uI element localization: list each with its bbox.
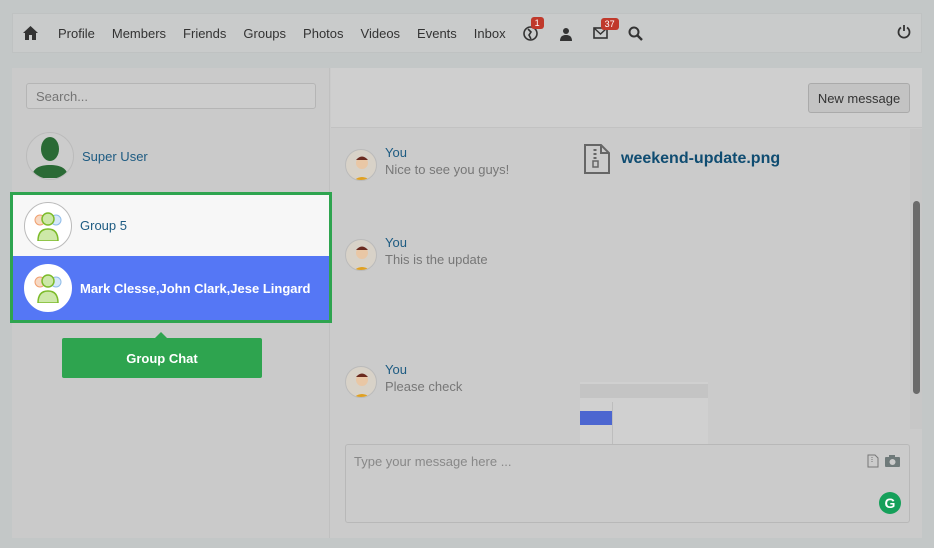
nav-videos[interactable]: Videos (361, 26, 401, 41)
message-text: Nice to see you guys! (385, 162, 510, 177)
message-input[interactable]: Type your message here ... G (345, 444, 910, 523)
nav-members[interactable]: Members (112, 26, 166, 41)
file-name: weekend-update.png (621, 150, 781, 167)
file-attachment[interactable]: weekend-update.png (583, 143, 780, 175)
message: You This is the update (345, 234, 488, 271)
camera-icon[interactable] (885, 455, 900, 470)
message-sender: You (385, 235, 407, 250)
scrollbar-thumb[interactable] (913, 201, 920, 394)
message-text: Please check (385, 379, 463, 394)
nav-friends[interactable]: Friends (183, 26, 226, 41)
search-icon[interactable] (628, 26, 643, 41)
new-message-button[interactable]: New message (808, 83, 910, 113)
group-avatar (24, 264, 72, 312)
scrollbar[interactable] (910, 129, 922, 429)
conversation-name: Group 5 (80, 218, 127, 233)
attach-file-icon[interactable] (867, 454, 879, 471)
message-sender: You (385, 145, 407, 160)
tutorial-highlight: Group 5 Mark Clesse,John Clark,Jese Ling… (10, 192, 332, 323)
group-avatar (24, 201, 72, 250)
message-text: This is the update (385, 252, 488, 267)
conversation-item[interactable]: Super User (12, 125, 330, 187)
chat-header: New message (331, 68, 922, 128)
nav-events[interactable]: Events (417, 26, 457, 41)
conversation-item[interactable]: Group 5 (13, 195, 329, 256)
conversation-name: Super User (82, 148, 148, 164)
nav-groups[interactable]: Groups (243, 26, 286, 41)
nav-inbox[interactable]: Inbox (474, 26, 506, 41)
globe-icon[interactable]: 1 (522, 16, 544, 41)
users-icon[interactable] (558, 26, 573, 41)
message: You Please check (345, 361, 462, 398)
power-icon[interactable] (897, 24, 911, 42)
avatar (345, 366, 377, 398)
avatar (26, 132, 74, 180)
avatar (345, 149, 377, 181)
nav-profile[interactable]: Profile (58, 26, 95, 41)
notification-badge: 1 (530, 16, 544, 29)
grammarly-button[interactable]: G (879, 492, 901, 514)
message-sender: You (385, 362, 407, 377)
conversation-item-selected[interactable]: Mark Clesse,John Clark,Jese Lingard (13, 256, 329, 320)
message-placeholder: Type your message here ... (354, 454, 512, 469)
avatar (345, 239, 377, 271)
nav-photos[interactable]: Photos (303, 26, 343, 41)
envelope-icon[interactable]: 37 (592, 18, 619, 39)
zip-file-icon (584, 144, 610, 174)
search-input[interactable] (26, 83, 316, 109)
group-chat-tooltip[interactable]: Group Chat (62, 332, 262, 378)
messages-badge: 37 (600, 18, 619, 30)
message: You Nice to see you guys! (345, 144, 509, 181)
home-icon[interactable] (23, 26, 38, 40)
top-nav: Profile Members Friends Groups Photos Vi… (12, 13, 922, 53)
message-list: You Nice to see you guys! weekend-update.… (331, 129, 909, 496)
conversation-name: Mark Clesse,John Clark,Jese Lingard (80, 280, 311, 296)
